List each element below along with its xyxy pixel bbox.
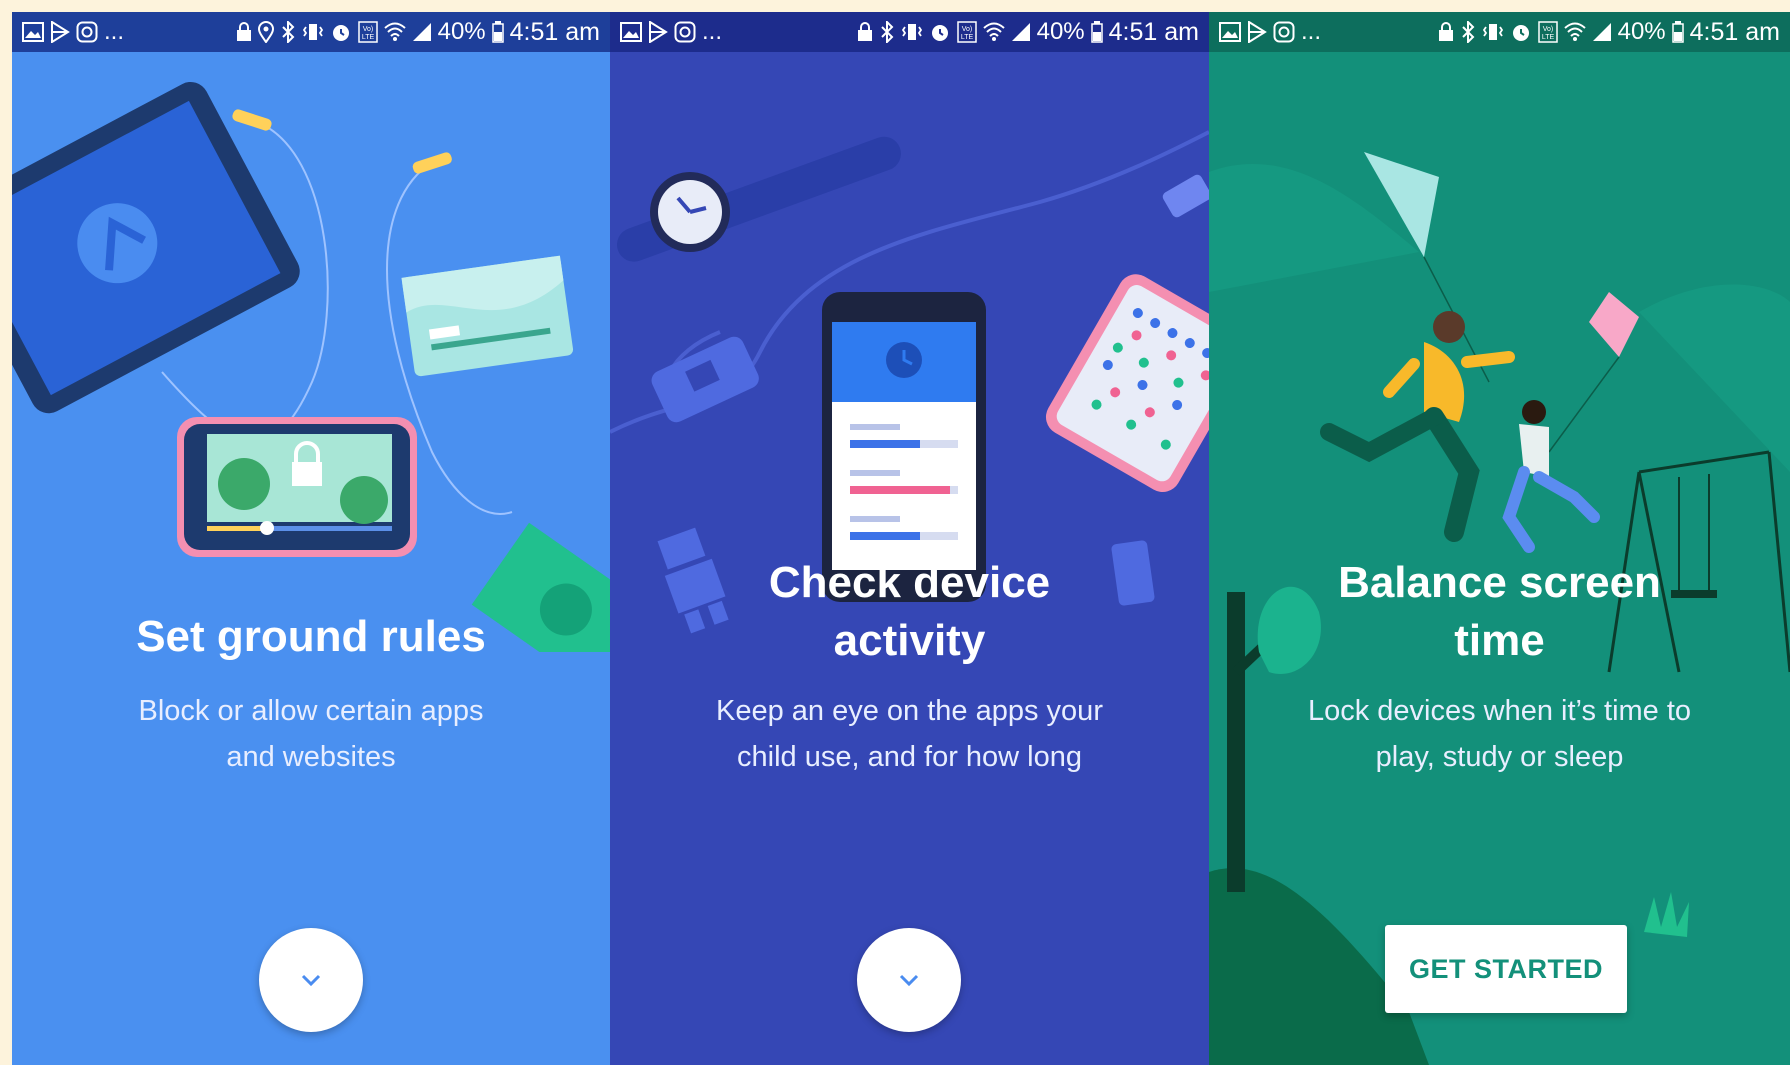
wifi-icon	[982, 22, 1005, 41]
alarm-icon	[332, 25, 349, 41]
next-page-button[interactable]	[259, 928, 363, 1032]
screen-title: Set ground rules	[136, 612, 486, 661]
signal-icon	[1592, 23, 1611, 41]
get-started-button[interactable]: GET STARTED	[1385, 925, 1627, 1013]
vibrate-icon	[901, 24, 922, 40]
screen-title-line-1: Balance screen	[1338, 558, 1661, 607]
instagram-icon	[1273, 21, 1295, 43]
bluetooth-icon	[880, 21, 894, 43]
screen-title: Check device activity	[610, 554, 1209, 670]
volte-icon: Vo)LTE	[1537, 21, 1558, 43]
alarm-icon	[931, 25, 948, 41]
gallery-icon	[1219, 22, 1241, 42]
status-bar: ... Vo) LTE 40% 4:51 am	[610, 12, 1209, 52]
instagram-icon	[674, 21, 696, 43]
chevron-down-icon	[899, 974, 919, 987]
next-page-button[interactable]	[857, 928, 961, 1032]
notification-area: ...	[22, 18, 124, 46]
vibrate-icon	[1482, 24, 1503, 40]
battery-percentage: 40%	[1617, 18, 1666, 45]
notification-overflow: ...	[104, 18, 125, 45]
screen-description-line-2: child use, and for how long	[737, 741, 1082, 773]
battery-percentage: 40%	[437, 18, 486, 45]
screen-description: Block or allow certain apps and websites	[12, 688, 610, 780]
screen-description-line-1: Block or allow certain apps	[138, 695, 484, 727]
screen-title: Balance screen time	[1209, 554, 1790, 670]
lock-icon	[857, 22, 872, 41]
status-bar: ... Vo) LTE 40% 4:51 am	[12, 12, 610, 52]
gallery-icon	[620, 22, 642, 42]
clock: 4:51 am	[1108, 17, 1199, 46]
signal-icon	[1011, 23, 1030, 41]
screen-title-line-2: time	[1454, 616, 1545, 665]
notification-area: ...	[620, 18, 722, 46]
instagram-icon	[76, 21, 98, 43]
battery-icon	[1671, 21, 1684, 43]
lock-icon	[1438, 22, 1453, 41]
svg-text:LTE: LTE	[960, 34, 973, 41]
volte-icon: Vo)LTE	[956, 21, 977, 43]
vibrate-icon	[302, 24, 323, 40]
bluetooth-icon	[281, 21, 295, 43]
play-store-icon	[51, 21, 70, 43]
battery-icon	[491, 21, 504, 43]
screen-description-line-1: Keep an eye on the apps your	[716, 695, 1103, 727]
status-bar: ... Vo) LTE 40% 4:51 am	[1209, 12, 1790, 52]
volte-icon: Vo)LTE	[357, 21, 378, 43]
play-store-icon	[649, 21, 668, 43]
notification-overflow: ...	[1301, 18, 1322, 45]
lock-icon	[236, 22, 251, 41]
battery-icon	[1090, 21, 1103, 43]
screen-description: Keep an eye on the apps your child use, …	[610, 688, 1209, 780]
svg-text:Vo): Vo)	[1542, 26, 1553, 33]
onboarding-screen-balance-screen-time: ... Vo) LTE 40% 4:51 am Balance screen t…	[1209, 12, 1790, 1065]
gallery-icon	[22, 22, 44, 42]
battery-percentage: 40%	[1036, 18, 1085, 45]
system-icons: Vo) LTE 40% 4:51 am	[236, 18, 600, 47]
screen-description-line-2: and websites	[226, 741, 396, 773]
system-icons: Vo) LTE 40% 4:51 am	[1438, 18, 1780, 47]
onboarding-screen-ground-rules: ... Vo) LTE 40% 4:51 am Set ground rules…	[12, 12, 610, 1065]
clock: 4:51 am	[1689, 17, 1780, 46]
chevron-down-icon	[301, 974, 321, 987]
bluetooth-icon	[1461, 21, 1475, 43]
screen-description-line-1: Lock devices when it’s time to	[1307, 695, 1692, 727]
svg-text:Vo): Vo)	[961, 26, 972, 33]
signal-icon	[412, 23, 431, 41]
ground-rules-illustration	[12, 81, 610, 652]
screen-description: Lock devices when it’s time to play, stu…	[1209, 688, 1790, 780]
onboarding-screen-device-activity: ... Vo) LTE 40% 4:51 am Check device act…	[610, 12, 1209, 1065]
screen-description-line-2: play, study or sleep	[1375, 741, 1624, 773]
svg-text:LTE: LTE	[361, 34, 374, 41]
svg-text:LTE: LTE	[1541, 34, 1554, 41]
alarm-icon	[1512, 25, 1529, 41]
wifi-icon	[1563, 22, 1586, 41]
notification-overflow: ...	[702, 18, 723, 45]
notification-area: ...	[1219, 18, 1321, 46]
wifi-icon	[383, 22, 406, 41]
svg-text:Vo): Vo)	[362, 26, 373, 33]
clock: 4:51 am	[509, 17, 600, 46]
system-icons: Vo) LTE 40% 4:51 am	[857, 18, 1199, 47]
screen-title-line-2: activity	[833, 616, 986, 665]
screen-title-line-1: Check device	[768, 558, 1051, 607]
location-icon	[257, 21, 274, 43]
play-store-icon	[1248, 21, 1267, 43]
